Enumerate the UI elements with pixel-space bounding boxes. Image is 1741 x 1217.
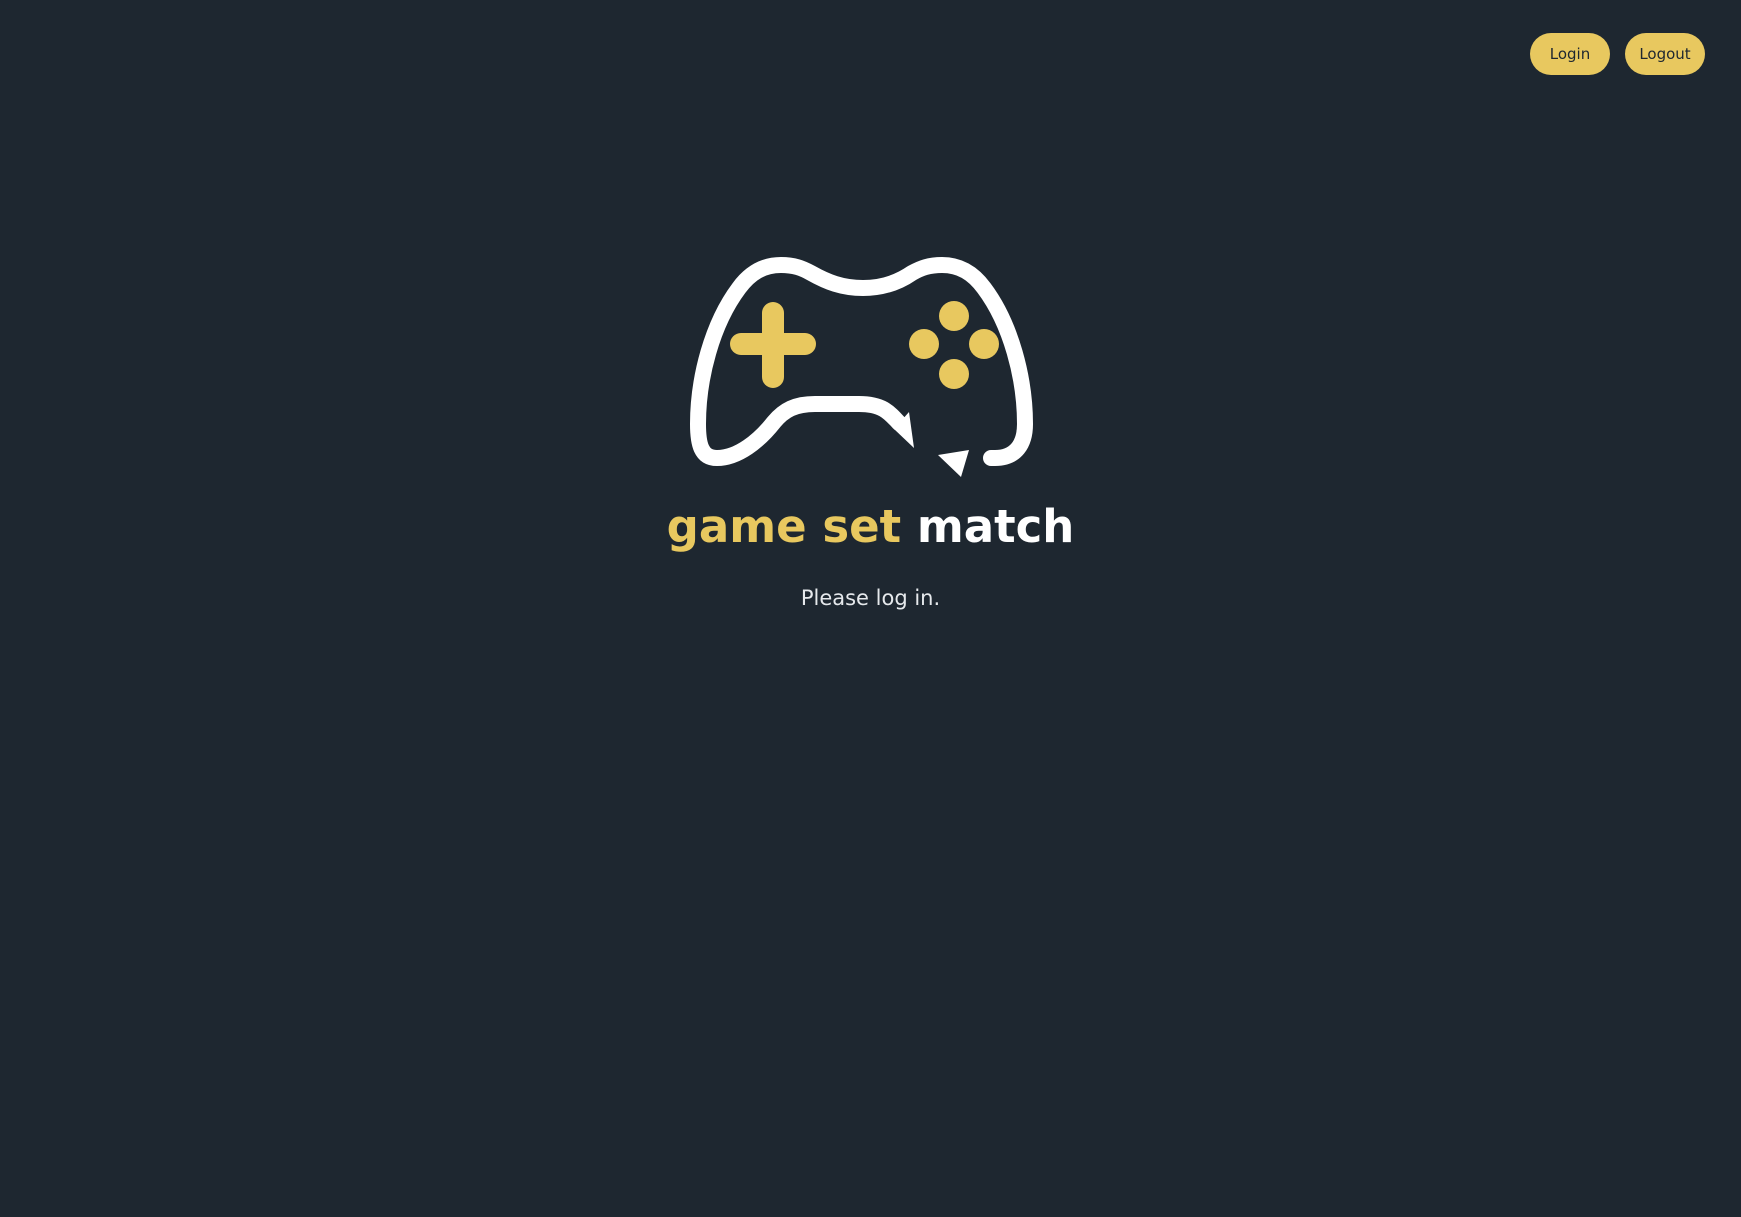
logo-wordmark: game set match [0,497,1741,557]
logout-button[interactable]: Logout [1625,33,1705,75]
logo-word-match: match [916,500,1075,553]
page: Login Logout game set match Please log i… [0,0,1741,1217]
login-prompt: Please log in. [800,586,941,610]
logo-word-game: game [666,500,807,553]
gamepad-icon [690,257,1033,477]
logo-word-set: set [822,500,902,553]
header-nav: Login Logout [1530,33,1705,75]
login-button[interactable]: Login [1530,33,1610,75]
